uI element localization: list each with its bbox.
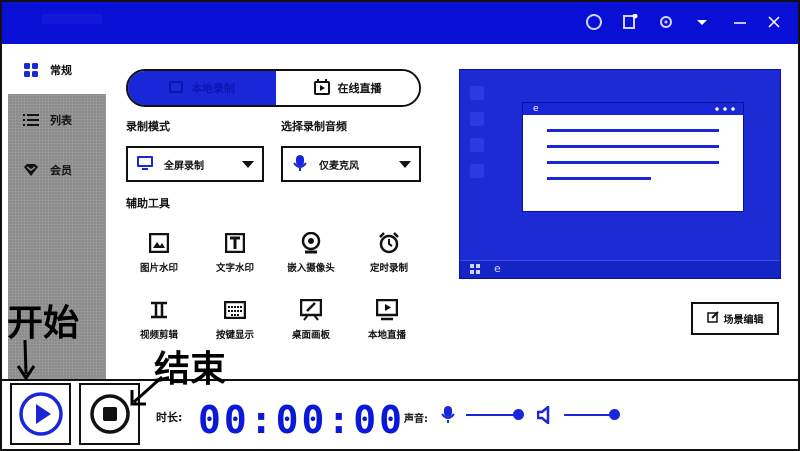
speaker-icon: [536, 404, 553, 428]
preview-window: e: [522, 102, 744, 212]
close-icon[interactable]: [766, 14, 782, 30]
tool-image-watermark[interactable]: 图片水印: [124, 232, 194, 282]
tool-timed-record[interactable]: 定时录制: [354, 232, 424, 282]
tool-text-watermark[interactable]: 文字水印: [200, 232, 270, 282]
audio-select-label: 选择录制音频: [281, 120, 347, 133]
whiteboard-icon: [300, 299, 322, 321]
list-icon: [22, 111, 40, 129]
tool-label: 本地直播: [367, 330, 406, 341]
speaker-volume-knob[interactable]: [609, 409, 620, 420]
window-dots-icon: [713, 107, 735, 111]
sidebar-item-member[interactable]: 会员: [22, 158, 102, 182]
gear-icon[interactable]: [658, 14, 674, 30]
tab-label: 本地录制: [191, 82, 235, 95]
duration-label: 时长:: [156, 411, 183, 424]
cut-icon: [148, 299, 170, 321]
app-title-placeholder: [42, 14, 102, 24]
start-record-button[interactable]: [10, 383, 71, 445]
sidebar-item-label: 会员: [50, 164, 72, 177]
windows-logo-icon: [470, 264, 480, 274]
scene-edit-button[interactable]: 场景编辑: [691, 302, 779, 335]
chevron-down-icon: [242, 160, 254, 168]
record-mode-tabs: 本地录制 在线直播: [126, 69, 421, 107]
record-mode-label: 录制模式: [126, 120, 170, 133]
preview-line: [547, 145, 719, 148]
preview-window-bar: e: [523, 103, 743, 115]
tool-label: 文字水印: [215, 263, 254, 274]
tool-label: 定时录制: [369, 263, 408, 274]
notification-icon[interactable]: [622, 13, 638, 30]
scene-edit-label: 场景编辑: [723, 315, 764, 326]
speaker-volume-track[interactable]: [564, 414, 612, 416]
chevron-down-icon[interactable]: [694, 14, 710, 30]
tab-label: 在线直播: [337, 82, 382, 95]
user-circle-icon[interactable]: [586, 14, 602, 30]
keyboard-icon: [224, 299, 246, 321]
tool-embed-webcam[interactable]: 嵌入摄像头: [276, 232, 346, 282]
tool-desktop-whiteboard[interactable]: 桌面画板: [276, 299, 346, 349]
sidebar-item-label: 常规: [50, 64, 72, 77]
desktop-icon: [470, 138, 484, 152]
tool-label: 嵌入摄像头: [287, 263, 335, 274]
desktop-icon: [470, 86, 484, 100]
play-circle-icon: [18, 392, 63, 436]
desktop-icon: [470, 112, 484, 126]
tab-local-record[interactable]: 本地录制: [128, 71, 276, 105]
sidebar-item-general[interactable]: 常规: [22, 58, 102, 82]
alarm-clock-icon: [378, 232, 400, 254]
browser-icon: e: [494, 262, 501, 275]
webcam-icon: [300, 232, 322, 254]
sidebar-item-list[interactable]: 列表: [22, 108, 102, 132]
edit-icon: [706, 311, 719, 326]
preview-line: [547, 129, 719, 132]
browser-icon: e: [533, 104, 539, 114]
preview-taskbar: e: [460, 260, 780, 278]
preview-line: [547, 177, 651, 180]
tool-local-live[interactable]: 本地直播: [352, 299, 422, 349]
live-tv-icon: [313, 78, 330, 98]
tab-live-stream[interactable]: 在线直播: [276, 71, 419, 105]
desktop-icon: [470, 164, 484, 178]
tool-label: 桌面画板: [291, 330, 330, 341]
minimize-icon[interactable]: [732, 14, 748, 30]
arrow-down-icon: [16, 339, 36, 381]
gem-icon: [22, 161, 40, 179]
text-icon: [224, 232, 246, 254]
record-mode-dropdown[interactable]: 全屏录制: [126, 146, 264, 182]
live-play-icon: [376, 299, 398, 321]
tool-label: 按键显示: [215, 330, 254, 341]
tool-label: 视频剪辑: [139, 330, 178, 341]
film-icon: [169, 80, 183, 97]
stop-circle-icon: [89, 394, 130, 434]
mic-volume-track[interactable]: [466, 414, 516, 416]
grid-icon: [22, 61, 40, 79]
audio-source-value: 仅麦克风: [319, 160, 359, 172]
screen-preview: e e: [459, 69, 781, 279]
record-mode-value: 全屏录制: [164, 160, 204, 172]
microphone-icon: [441, 406, 455, 428]
tool-label: 图片水印: [139, 263, 178, 274]
image-icon: [148, 232, 170, 254]
chevron-down-icon: [399, 160, 411, 168]
arrow-down-left-icon: [130, 375, 163, 406]
sound-label: 声音:: [404, 414, 428, 425]
mic-volume-knob[interactable]: [513, 409, 524, 420]
sidebar-item-label: 列表: [50, 114, 72, 127]
title-bar: [2, 2, 798, 44]
app-window: 常规 列表 会员 本地录制 在线直播 录制模式 选择录制音频 全屏录制 仅麦克风…: [0, 0, 800, 451]
monitor-icon: [136, 154, 154, 175]
tools-label: 辅助工具: [126, 197, 170, 210]
microphone-icon: [291, 154, 309, 175]
preview-line: [547, 161, 719, 164]
audio-source-dropdown[interactable]: 仅麦克风: [281, 146, 421, 182]
duration-timer: 00:00:00: [198, 398, 406, 442]
